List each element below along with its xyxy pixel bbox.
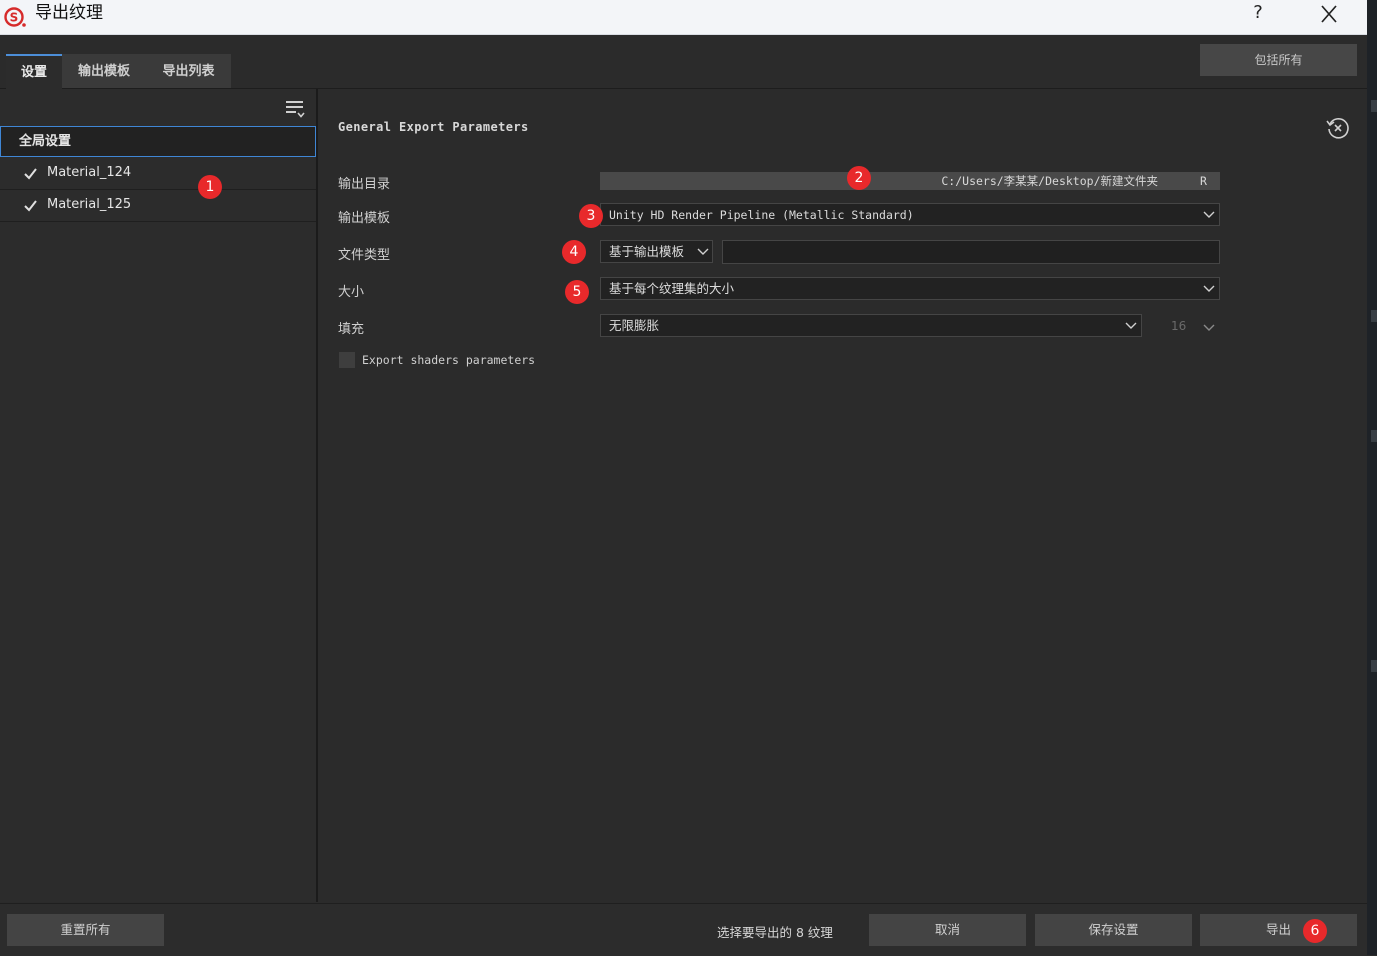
annotation-badge: 4: [562, 240, 586, 264]
annotation-badge: 6: [1303, 919, 1327, 943]
chevron-down-icon: [697, 248, 709, 255]
window-title: 导出纹理: [35, 3, 103, 23]
output-dir-value: C:/Users/李某某/Desktop/新建文件夹: [941, 174, 1158, 188]
export-status-text: 选择要导出的 8 纹理: [717, 925, 833, 940]
include-all-button[interactable]: 包括所有: [1200, 44, 1357, 76]
tab-output-templates[interactable]: 输出模板: [62, 54, 146, 88]
annotation-badge: 2: [847, 166, 871, 190]
filter-list-icon[interactable]: [283, 97, 307, 121]
annotation-badge: 5: [565, 280, 589, 304]
texture-set-sidebar: 全局设置 Material_124 Material_125: [0, 89, 318, 902]
chevron-down-icon: [1203, 285, 1215, 292]
help-button[interactable]: ?: [1245, 2, 1271, 26]
file-type-value: 基于输出模板: [609, 244, 685, 259]
file-type-label: 文件类型: [338, 248, 391, 263]
output-template-label: 输出模板: [338, 211, 391, 226]
checkmark-icon[interactable]: [23, 198, 38, 213]
section-title: General Export Parameters: [338, 120, 529, 134]
title-bar: S 导出纹理 ?: [0, 0, 1367, 35]
output-dir-suffix: R: [1200, 174, 1207, 188]
padding-label: 填充: [338, 322, 365, 337]
output-dir-label: 输出目录: [338, 177, 391, 192]
app-logo-icon: S: [4, 7, 26, 27]
global-settings-label: 全局设置: [19, 134, 72, 149]
tab-settings[interactable]: 设置: [6, 54, 62, 90]
checkmark-icon[interactable]: [23, 166, 38, 181]
background-window-edge: [1367, 0, 1377, 955]
padding-amount-value: 16: [1171, 319, 1187, 333]
size-select[interactable]: 基于每个纹理集的大小: [600, 277, 1220, 300]
output-dir-field[interactable]: C:/Users/李某某/Desktop/新建文件夹 R: [600, 172, 1220, 190]
reset-history-icon[interactable]: [1325, 115, 1351, 141]
export-parameters-panel: General Export Parameters 输出目录 C:/Users/…: [318, 89, 1367, 902]
annotation-badge: 3: [579, 204, 603, 228]
padding-amount-chevron-icon[interactable]: [1203, 321, 1215, 333]
output-template-select[interactable]: Unity HD Render Pipeline (Metallic Stand…: [600, 203, 1220, 226]
material-item[interactable]: Material_125: [0, 190, 316, 222]
padding-value: 无限膨胀: [609, 318, 660, 333]
export-shaders-label: Export shaders parameters: [362, 353, 536, 367]
export-shaders-checkbox[interactable]: [339, 352, 355, 368]
reset-all-button[interactable]: 重置所有: [7, 914, 164, 946]
svg-text:S: S: [10, 11, 19, 25]
material-label: Material_124: [47, 165, 132, 180]
file-type-options-field[interactable]: [722, 240, 1220, 264]
size-value: 基于每个纹理集的大小: [609, 281, 735, 296]
file-type-select[interactable]: 基于输出模板: [600, 240, 713, 263]
padding-select[interactable]: 无限膨胀: [600, 314, 1142, 337]
chevron-down-icon: [1125, 322, 1137, 329]
dialog-footer: 重置所有 选择要导出的 8 纹理 取消 保存设置 导出: [0, 903, 1367, 956]
global-settings-item[interactable]: 全局设置: [0, 126, 316, 157]
annotation-badge: 1: [198, 175, 222, 199]
tab-export-list[interactable]: 导出列表: [146, 54, 231, 88]
size-label: 大小: [338, 285, 365, 300]
cancel-button[interactable]: 取消: [869, 914, 1026, 946]
save-settings-button[interactable]: 保存设置: [1035, 914, 1192, 946]
export-button[interactable]: 导出: [1200, 914, 1357, 946]
tab-bar: 设置 输出模板 导出列表: [0, 35, 1367, 90]
material-label: Material_125: [47, 197, 132, 212]
chevron-down-icon: [1203, 211, 1215, 218]
close-icon[interactable]: [1313, 3, 1345, 25]
material-item[interactable]: Material_124: [0, 158, 316, 190]
output-template-value: Unity HD Render Pipeline (Metallic Stand…: [609, 208, 914, 222]
